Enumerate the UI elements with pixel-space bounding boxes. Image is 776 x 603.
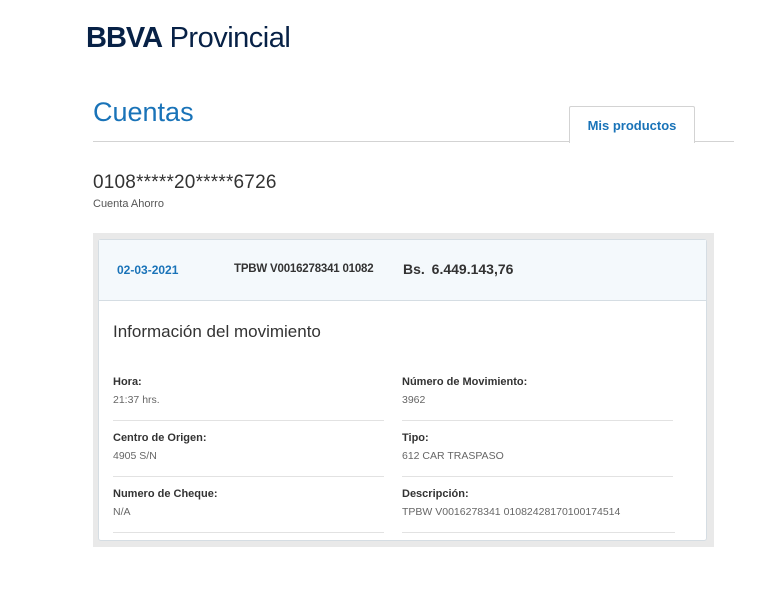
field-centro-origen: Centro de Origen: 4905 S/N [113,432,384,477]
header-divider [93,141,569,142]
field-numero-movimiento: Número de Movimiento: 3962 [402,376,673,421]
movement-reference: TPBW V0016278341 01082 [234,263,374,275]
tab-mis-productos[interactable]: Mis productos [569,106,695,143]
bbva-provincial-logo[interactable]: BBVA Provincial [86,22,291,55]
page-title: Cuentas [93,97,194,127]
logo-brand-light: Provincial [169,22,291,54]
field-value: 612 CAR TRASPASO [402,450,504,462]
account-number: 0108*****20*****6726 [93,172,277,193]
field-tipo: Tipo: 612 CAR TRASPASO [402,432,673,477]
field-label: Hora: [113,376,142,388]
field-label: Centro de Origen: [113,432,207,444]
field-label: Numero de Cheque: [113,488,218,500]
movement-summary-row: 02-03-2021 TPBW V0016278341 01082 Bs. 6.… [99,240,706,301]
field-value: 3962 [402,394,426,406]
movement-date: 02-03-2021 [117,263,179,277]
field-value: 4905 S/N [113,450,157,462]
field-numero-cheque: Numero de Cheque: N/A [113,488,384,533]
field-label: Descripción: [402,488,469,500]
field-label: Tipo: [402,432,429,444]
movement-info-title: Información del movimiento [113,322,321,341]
account-type: Cuenta Ahorro [93,198,164,210]
field-label: Número de Movimiento: [402,376,528,388]
movement-amount: Bs. 6.449.143,76 [403,261,514,277]
field-value: 21:37 hrs. [113,394,160,406]
field-descripcion: Descripción: TPBW V0016278341 0108242817… [402,488,675,533]
movement-detail-card: 02-03-2021 TPBW V0016278341 01082 Bs. 6.… [98,239,707,541]
field-value: N/A [113,506,131,518]
field-value: TPBW V0016278341 01082428170100174514 [402,506,621,518]
logo-brand-bold: BBVA [86,22,163,54]
header-divider-right [694,141,734,142]
field-hora: Hora: 21:37 hrs. [113,376,384,421]
page: BBVA Provincial Cuentas Mis productos 01… [0,0,776,603]
